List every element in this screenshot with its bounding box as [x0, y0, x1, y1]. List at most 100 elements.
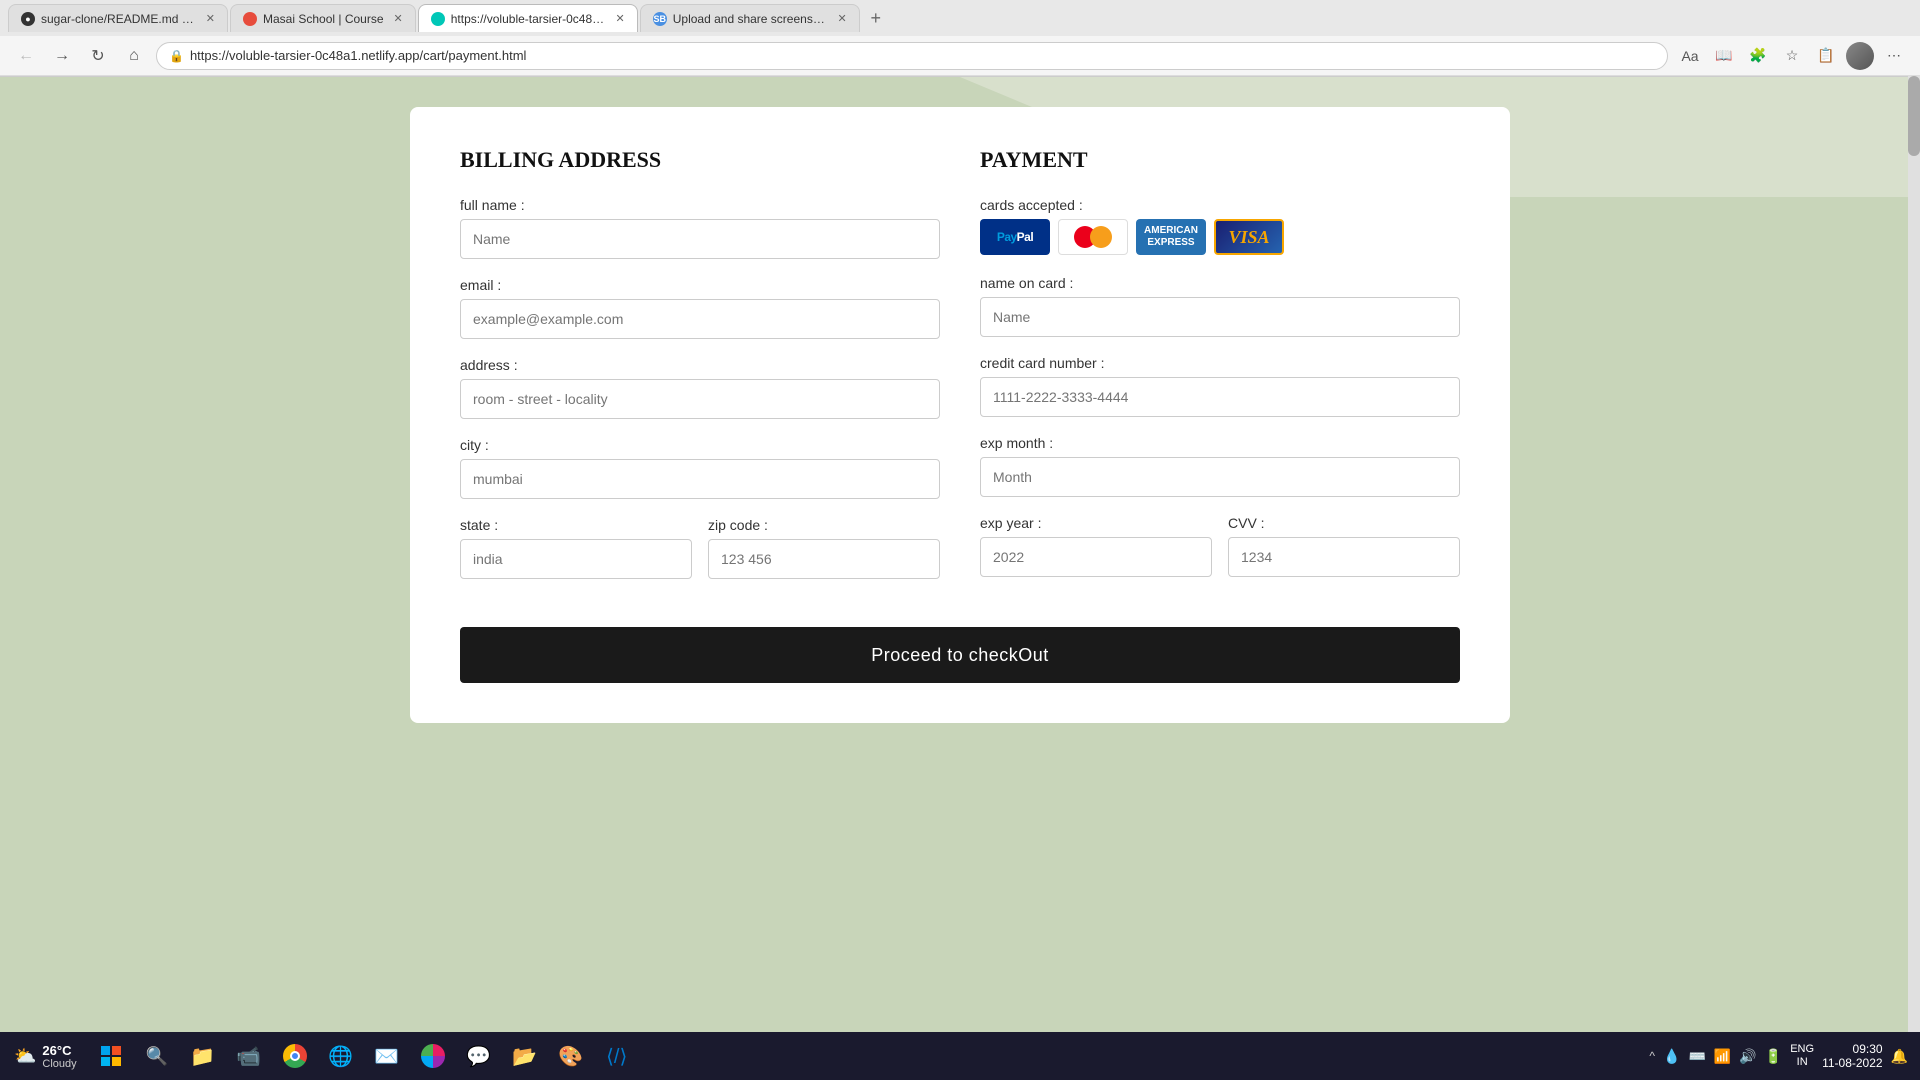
weather-widget: ⛅ 26°C Cloudy — [14, 1043, 77, 1070]
zip-field-group: zip code : — [708, 517, 940, 579]
cards-row: PayPal AMERICANEXPRESS VI — [980, 219, 1460, 255]
immersive-reader-icon[interactable]: 📖 — [1710, 42, 1738, 70]
volume-icon: 🔊 — [1739, 1048, 1756, 1065]
chrome-button[interactable] — [275, 1036, 315, 1076]
file-explorer-icon: 📁 — [190, 1044, 215, 1069]
tab-bar: ● sugar-clone/README.md at mai... ✕ Masa… — [0, 0, 1920, 36]
paint-button[interactable]: 🎨 — [551, 1036, 591, 1076]
start-button[interactable] — [91, 1036, 131, 1076]
whatsapp-button[interactable]: 💬 — [459, 1036, 499, 1076]
home-button[interactable]: ⌂ — [120, 42, 148, 70]
collections-icon[interactable]: 📋 — [1812, 42, 1840, 70]
search-taskbar-button[interactable]: 🔍 — [137, 1036, 177, 1076]
form-container: BILLING ADDRESS full name : email : addr… — [410, 107, 1510, 723]
state-zip-row: state : zip code : — [460, 517, 940, 597]
tab-label: sugar-clone/README.md at mai... — [41, 12, 196, 26]
exp-year-label: exp year : — [980, 515, 1212, 531]
exp-month-input[interactable] — [980, 457, 1460, 497]
taskbar-clock[interactable]: 09:30 11-08-2022 — [1822, 1042, 1883, 1070]
email-input[interactable] — [460, 299, 940, 339]
form-layout: BILLING ADDRESS full name : email : addr… — [460, 147, 1460, 597]
cc-number-field-group: credit card number : — [980, 355, 1460, 417]
cvv-field-group: CVV : — [1228, 515, 1460, 577]
chrome-icon — [283, 1044, 307, 1068]
taskbar: ⛅ 26°C Cloudy 🔍 📁 📹 🌐 ✉️ — [0, 1032, 1920, 1080]
edge-icon: 🌐 — [328, 1044, 353, 1069]
network-icon: 📶 — [1714, 1048, 1731, 1065]
tab-close-masai[interactable]: ✕ — [394, 12, 403, 25]
paypal-badge: PayPal — [980, 219, 1050, 255]
refresh-button[interactable]: ↻ — [84, 42, 112, 70]
address-field-group: address : — [460, 357, 940, 419]
tab-label: Masai School | Course — [263, 12, 384, 26]
exp-year-field-group: exp year : — [980, 515, 1212, 577]
tab-close-sb[interactable]: ✕ — [838, 12, 847, 25]
scrollbar-thumb[interactable] — [1908, 76, 1920, 156]
city-field-group: city : — [460, 437, 940, 499]
keyboard-icon: ⌨️ — [1688, 1048, 1705, 1065]
extensions-icon[interactable]: 🧩 — [1744, 42, 1772, 70]
file-manager-icon: 📂 — [512, 1044, 537, 1069]
new-tab-button[interactable]: + — [862, 4, 890, 32]
temperature: 26°C — [42, 1043, 76, 1058]
tab-masai[interactable]: Masai School | Course ✕ — [230, 4, 416, 32]
pinwheel-button[interactable] — [413, 1036, 453, 1076]
address-bar[interactable]: 🔒 https://voluble-tarsier-0c48a1.netlify… — [156, 42, 1668, 70]
vscode-icon: ⟨/⟩ — [606, 1044, 627, 1069]
email-field-group: email : — [460, 277, 940, 339]
tab-close-netlify[interactable]: ✕ — [616, 12, 625, 25]
cvv-input[interactable] — [1228, 537, 1460, 577]
github-favicon: ● — [21, 12, 35, 26]
taskbar-time: 09:30 — [1853, 1042, 1883, 1056]
cc-number-input[interactable] — [980, 377, 1460, 417]
city-input[interactable] — [460, 459, 940, 499]
favorites-icon[interactable]: ☆ — [1778, 42, 1806, 70]
profile-avatar[interactable] — [1846, 42, 1874, 70]
payment-title: PAYMENT — [980, 147, 1460, 173]
tab-sb[interactable]: SB Upload and share screenshots a... ✕ — [640, 4, 860, 32]
city-label: city : — [460, 437, 940, 453]
notification-icon: 🔔 — [1891, 1048, 1908, 1065]
scrollbar[interactable] — [1908, 76, 1920, 1032]
teams-icon: 📹 — [236, 1044, 261, 1069]
tab-netlify[interactable]: https://voluble-tarsier-0c48a1.ne... ✕ — [418, 4, 638, 32]
mail-button[interactable]: ✉️ — [367, 1036, 407, 1076]
tray-arrow[interactable]: ^ — [1649, 1049, 1655, 1063]
more-options-icon[interactable]: ⋯ — [1880, 42, 1908, 70]
weather-info: 26°C Cloudy — [42, 1043, 76, 1070]
forward-button[interactable]: → — [48, 42, 76, 70]
whatsapp-icon: 💬 — [466, 1044, 491, 1069]
tab-github[interactable]: ● sugar-clone/README.md at mai... ✕ — [8, 4, 228, 32]
address-label: address : — [460, 357, 940, 373]
name-on-card-label: name on card : — [980, 275, 1460, 291]
exp-month-field-group: exp month : — [980, 435, 1460, 497]
read-aloud-icon[interactable]: Aa — [1676, 42, 1704, 70]
teams-button[interactable]: 📹 — [229, 1036, 269, 1076]
name-on-card-input[interactable] — [980, 297, 1460, 337]
cards-accepted-label: cards accepted : — [980, 197, 1460, 213]
file-manager-button[interactable]: 📂 — [505, 1036, 545, 1076]
tab-label: https://voluble-tarsier-0c48a1.ne... — [451, 12, 606, 26]
file-explorer-button[interactable]: 📁 — [183, 1036, 223, 1076]
nav-right-icons: Aa 📖 🧩 ☆ 📋 ⋯ — [1676, 42, 1908, 70]
year-cvv-row: exp year : CVV : — [980, 515, 1460, 595]
back-button[interactable]: ← — [12, 42, 40, 70]
full-name-input[interactable] — [460, 219, 940, 259]
cvv-label: CVV : — [1228, 515, 1460, 531]
visa-badge: VISA — [1214, 219, 1284, 255]
email-label: email : — [460, 277, 940, 293]
name-on-card-field-group: name on card : — [980, 275, 1460, 337]
address-input[interactable] — [460, 379, 940, 419]
vscode-button[interactable]: ⟨/⟩ — [597, 1036, 637, 1076]
mastercard-badge — [1058, 219, 1128, 255]
exp-year-input[interactable] — [980, 537, 1212, 577]
cloud-icon: ⛅ — [14, 1046, 36, 1067]
zip-input[interactable] — [708, 539, 940, 579]
pinwheel-icon — [421, 1044, 445, 1068]
mail-icon: ✉️ — [374, 1044, 399, 1069]
edge-button[interactable]: 🌐 — [321, 1036, 361, 1076]
state-input[interactable] — [460, 539, 692, 579]
tab-close-github[interactable]: ✕ — [206, 12, 215, 25]
url-text: https://voluble-tarsier-0c48a1.netlify.a… — [190, 48, 526, 63]
proceed-checkout-button[interactable]: Proceed to checkOut — [460, 627, 1460, 683]
